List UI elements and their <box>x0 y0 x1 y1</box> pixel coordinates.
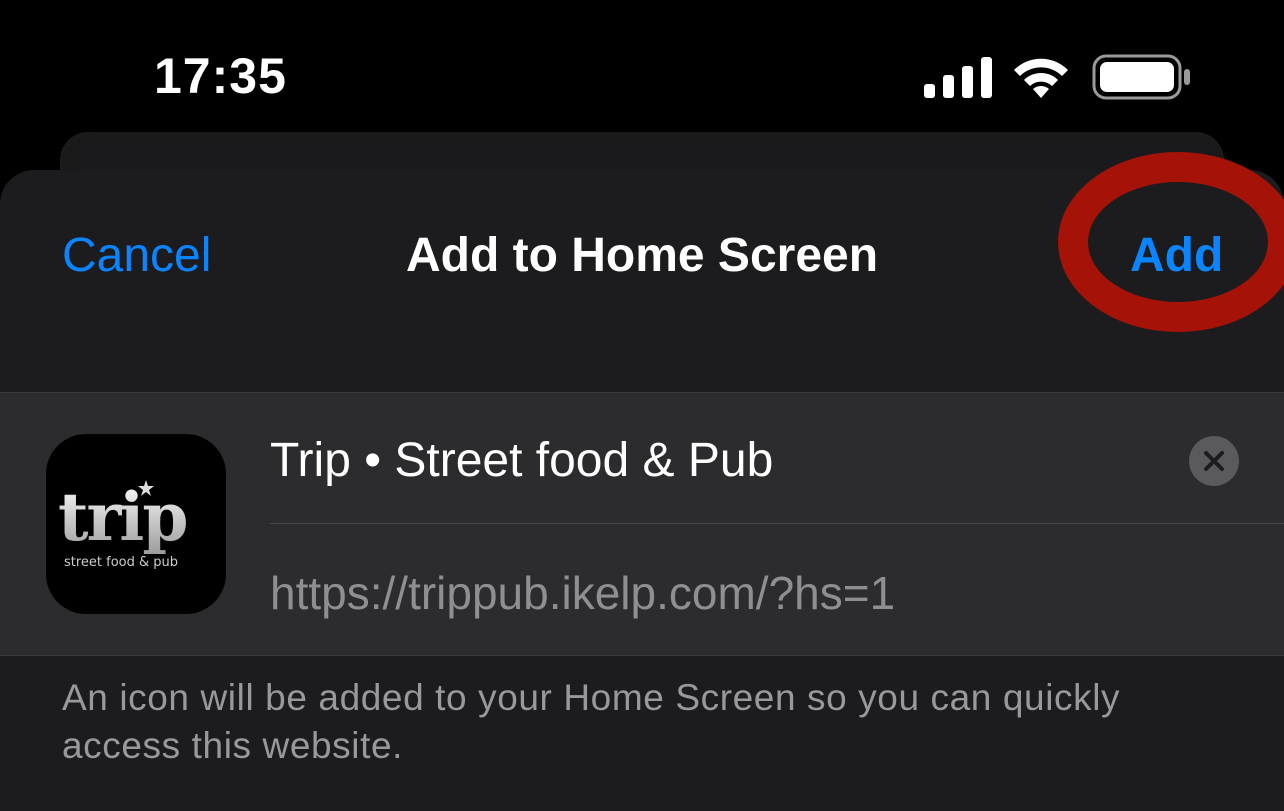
screen: 17:35 Add to Home Screen Cancel Add trip… <box>0 0 1284 811</box>
battery-icon <box>1092 54 1190 100</box>
status-icons <box>920 52 1195 102</box>
logo-tagline: street food & pub <box>64 555 178 570</box>
clear-text-button[interactable] <box>1189 436 1239 486</box>
trip-logo-icon: trip street food & pub <box>58 478 212 570</box>
shortcut-name-field[interactable]: Trip • Street food & Pub <box>270 433 1170 489</box>
shortcut-form-group: trip street food & pub Trip • Street foo… <box>0 393 1284 655</box>
app-icon-preview: trip street food & pub <box>46 434 226 614</box>
footer-note: An icon will be added to your Home Scree… <box>62 677 1121 766</box>
close-icon <box>1204 451 1224 471</box>
field-divider <box>270 523 1284 524</box>
add-button[interactable]: Add <box>1130 228 1223 284</box>
shortcut-url: https://trippub.ikelp.com/?hs=1 <box>270 567 896 619</box>
sheet-nav-bar: Add to Home Screen Cancel Add <box>0 152 1284 392</box>
signal-icon <box>924 57 992 98</box>
divider <box>0 655 1284 656</box>
cancel-button[interactable]: Cancel <box>62 228 211 284</box>
add-to-home-sheet: Add to Home Screen Cancel Add trip stree… <box>0 152 1284 811</box>
status-time: 17:35 <box>154 48 287 104</box>
wifi-icon <box>1014 58 1068 98</box>
